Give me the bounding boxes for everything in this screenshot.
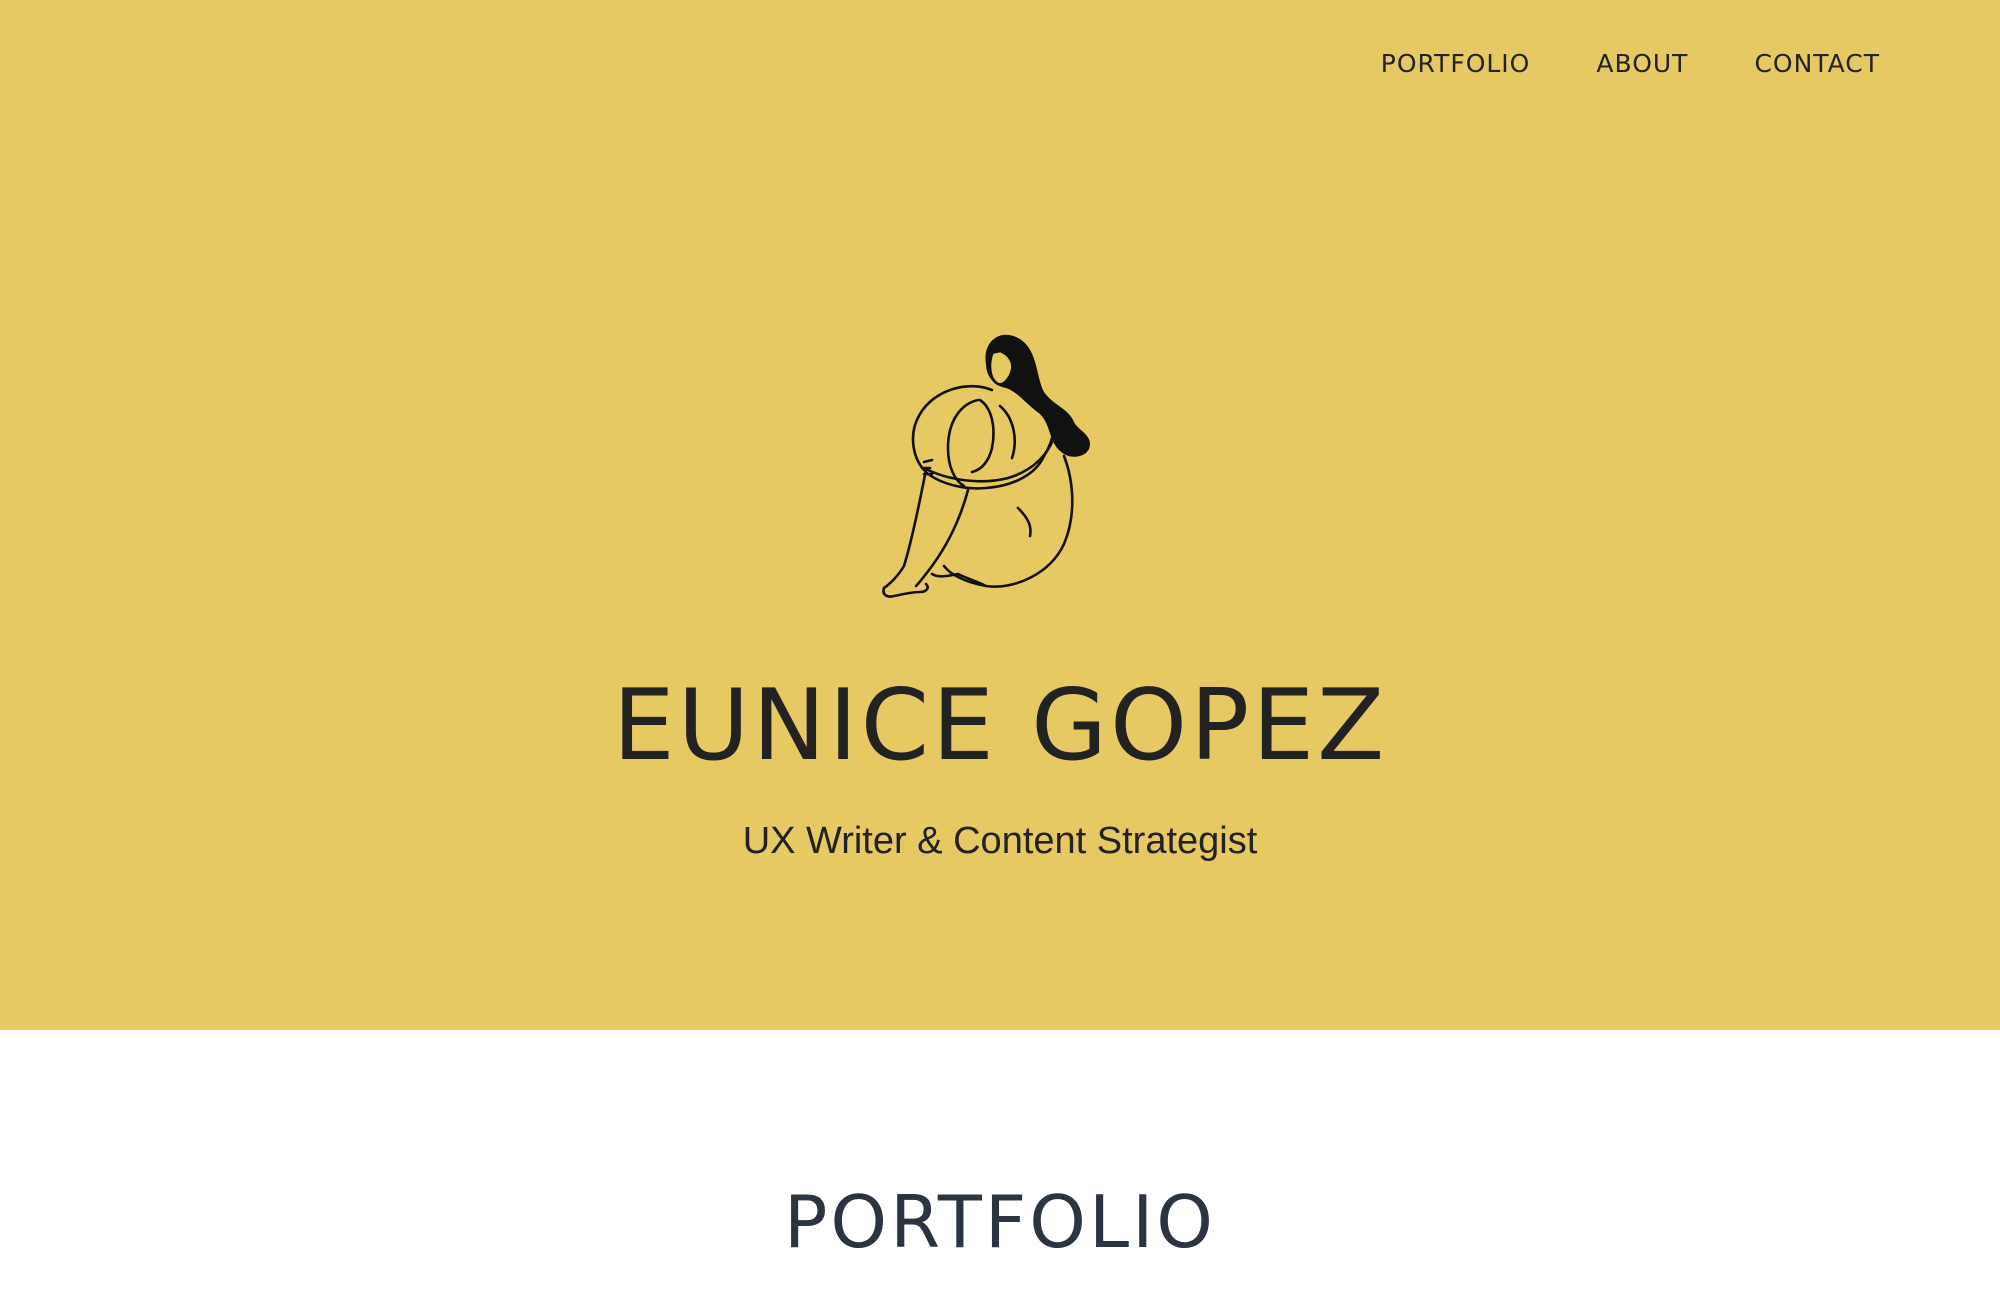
nav-link-contact[interactable]: CONTACT <box>1754 44 1880 84</box>
nav-link-portfolio[interactable]: PORTFOLIO <box>1381 44 1531 84</box>
hero-section: PORTFOLIO ABOUT CONTACT EUNICE GOPEZ UX … <box>0 0 2000 1030</box>
nav-link-about[interactable]: ABOUT <box>1596 44 1688 84</box>
hero-tagline: UX Writer & Content Strategist <box>742 820 1258 862</box>
main-nav: PORTFOLIO ABOUT CONTACT <box>1381 44 1880 84</box>
sitting-woman-illustration <box>868 330 1130 606</box>
portfolio-section-title: PORTFOLIO <box>784 1180 1216 1264</box>
hero-name: EUNICE GOPEZ <box>612 669 1388 783</box>
